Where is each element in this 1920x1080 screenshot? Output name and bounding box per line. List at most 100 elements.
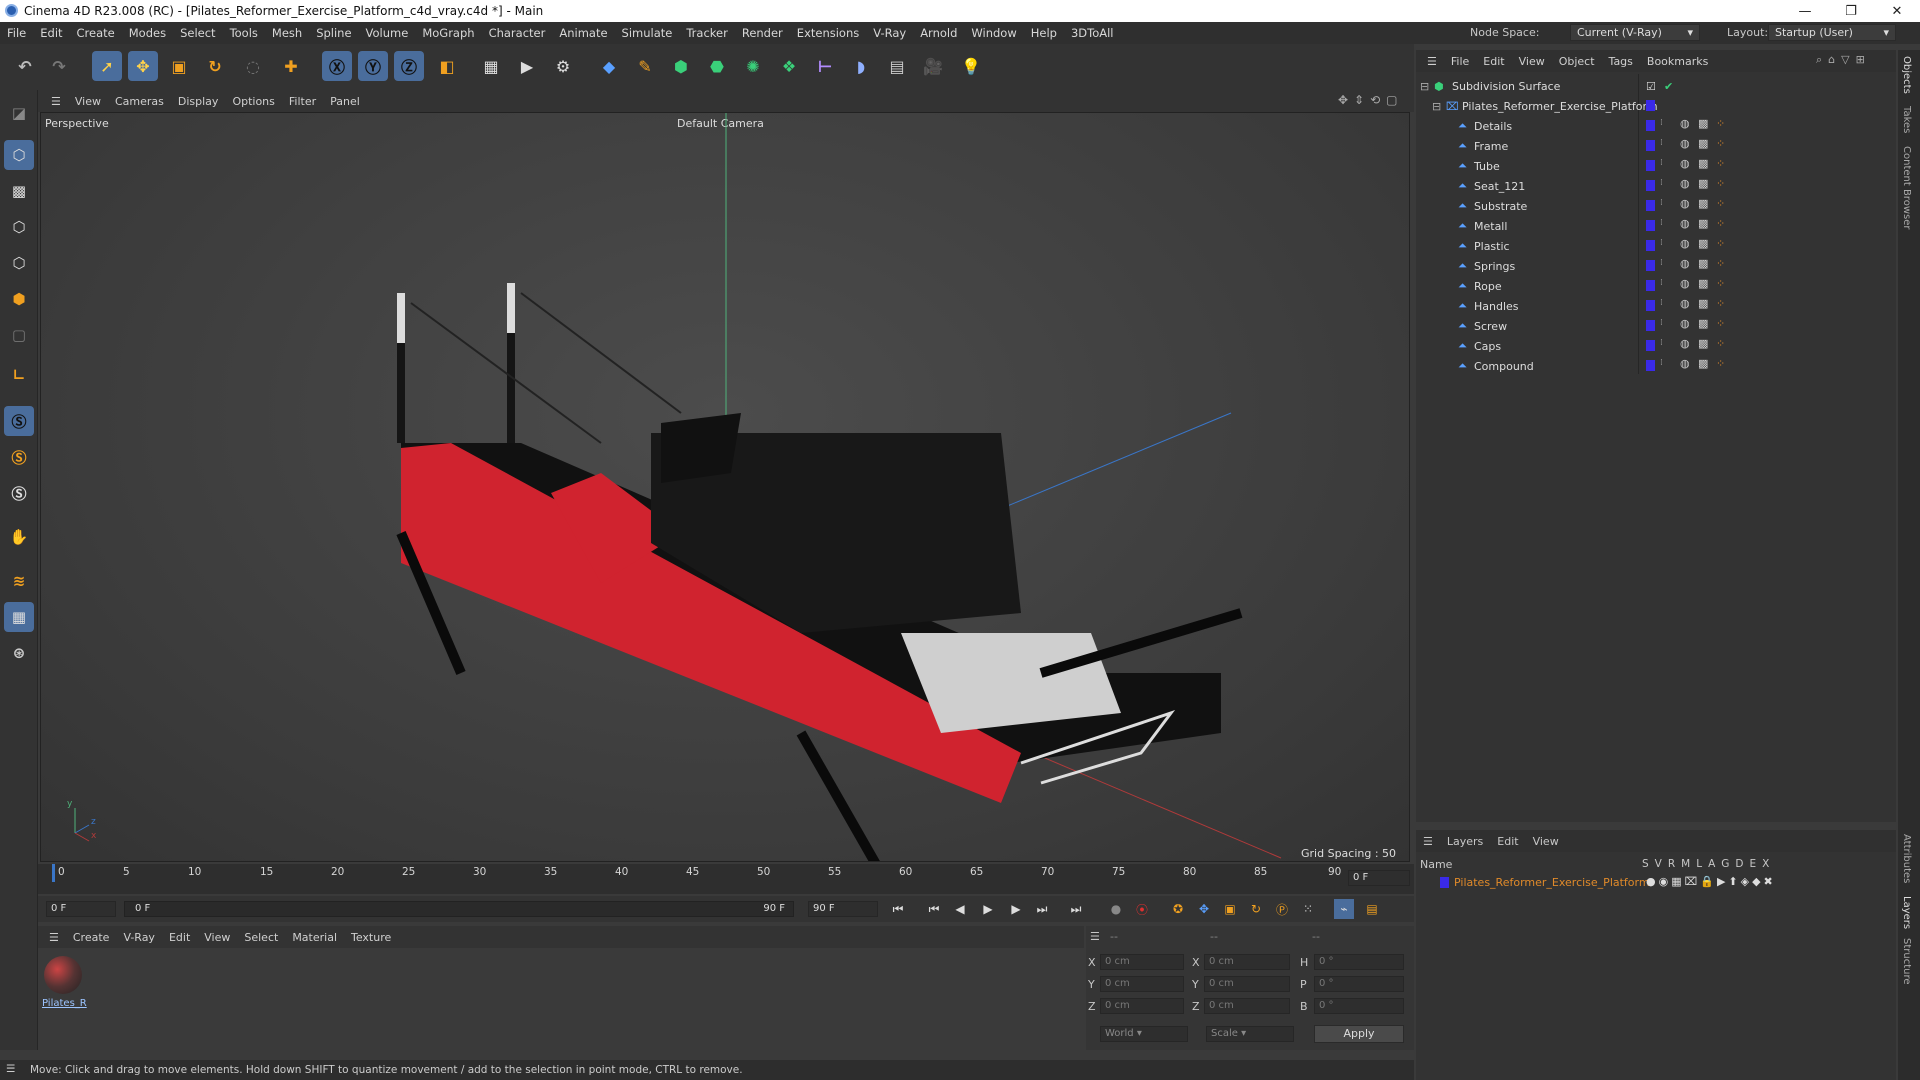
menu-simulate[interactable]: Simulate [615,26,680,40]
light-icon[interactable]: 💡 [956,51,986,81]
layer-color-swatch[interactable] [1646,100,1655,111]
material-menu-view[interactable]: View [197,931,237,944]
go-to-end-icon[interactable]: ⏭ [1066,899,1086,919]
key-selection-icon[interactable]: ✪ [1168,899,1188,919]
texture-tag-icon[interactable]: ▩ [1698,357,1708,370]
floor-icon[interactable]: ▤ [882,51,912,81]
vray-tag-icon[interactable]: ⁘ [1716,197,1725,210]
menu-tracker[interactable]: Tracker [679,26,735,40]
cube-icon[interactable]: ◆ [594,51,624,81]
material-name[interactable]: Pilates_R [42,998,87,1009]
layer-color-swatch[interactable] [1646,240,1655,251]
current-frame-field[interactable]: 0 F [46,901,116,917]
render-settings-icon[interactable]: ⚙ [548,51,578,81]
visibility-dots-icon[interactable]: ⁞ [1660,178,1663,188]
pen-spline-icon[interactable]: ✎ [630,51,660,81]
visibility-dots-icon[interactable]: ⁞ [1660,218,1663,228]
rotate-tool-icon[interactable]: ↻ [200,51,230,81]
key-pla-icon[interactable]: ⁙ [1298,899,1318,919]
points-mode-icon[interactable]: ⬡ [4,212,34,242]
material-tag-icon[interactable]: ◍ [1680,117,1690,130]
layer-color-swatch[interactable] [1646,300,1655,311]
move-tool-icon[interactable]: ✥ [128,51,158,81]
object-row[interactable]: ⏶ Caps ⁞ ◍ ▩ ⁘ [1418,336,1894,356]
material-menu-texture[interactable]: Texture [344,931,398,944]
layer-color-swatch[interactable] [1646,220,1655,231]
model-mode-icon[interactable]: ⬡ [4,140,34,170]
layers-menu-edit[interactable]: Edit [1490,835,1525,848]
material-tag-icon[interactable]: ◍ [1680,357,1690,370]
side-tab-structure[interactable]: Structure [1901,938,1912,985]
visibility-dots-icon[interactable]: ⁞ [1660,358,1663,368]
menu-volume[interactable]: Volume [359,26,416,40]
material-menu-edit[interactable]: Edit [162,931,197,944]
menu-edit[interactable]: Edit [33,26,69,40]
snap-settings-icon[interactable]: Ⓢ [4,442,34,472]
render-region-icon[interactable]: ▦ [476,51,506,81]
magnet-icon[interactable]: ✋ [4,522,34,552]
add-tool-icon[interactable]: ✚ [276,51,306,81]
object-name[interactable]: Seat_121 [1474,180,1525,193]
object-menu-tags[interactable]: Tags [1602,55,1640,68]
object-name[interactable]: Compound [1474,360,1534,373]
menu-extensions[interactable]: Extensions [790,26,866,40]
material-menu-vray[interactable]: V-Ray [116,931,162,944]
tree-collapse-icon[interactable]: ⊟ [1432,100,1441,113]
position-y-field[interactable]: 0 cm [1100,976,1184,992]
object-hamburger-icon[interactable]: ☰ [1420,55,1444,68]
visibility-dots-icon[interactable]: ⁞ [1660,338,1663,348]
menu-render[interactable]: Render [735,26,790,40]
menu-spline[interactable]: Spline [309,26,358,40]
visibility-dots-icon[interactable]: ⁞ [1660,238,1663,248]
object-name[interactable]: Metall [1474,220,1507,233]
uv-mode-icon[interactable]: ▢ [4,320,34,350]
texture-tag-icon[interactable]: ▩ [1698,257,1708,270]
object-name[interactable]: Subdivision Surface [1452,80,1560,93]
layer-color-swatch[interactable] [1646,340,1655,351]
layer-name[interactable]: Pilates_Reformer_Exercise_Platform [1454,876,1650,889]
scale-tool-icon[interactable]: ▣ [164,51,194,81]
material-tag-icon[interactable]: ◍ [1680,277,1690,290]
object-row-group[interactable]: ⊟ ⌧ Pilates_Reformer_Exercise_Platform [1418,96,1894,116]
vray-tag-icon[interactable]: ⁘ [1716,257,1725,270]
timeline-mode-icon[interactable]: ⌁ [1334,899,1354,919]
texture-tag-icon[interactable]: ▩ [1698,137,1708,150]
cloner-icon[interactable]: ✺ [738,51,768,81]
texture-tag-icon[interactable]: ▩ [1698,337,1708,350]
menu-modes[interactable]: Modes [122,26,173,40]
object-enabled-check-icon[interactable]: ☑ [1646,80,1656,93]
minimize-button[interactable]: — [1782,0,1828,22]
y-axis-lock-icon[interactable]: Ⓨ [358,51,388,81]
x-axis-lock-icon[interactable]: Ⓧ [322,51,352,81]
material-tag-icon[interactable]: ◍ [1680,297,1690,310]
vray-tag-icon[interactable]: ⁘ [1716,137,1725,150]
side-tab-attributes[interactable]: Attributes [1901,834,1912,883]
end-frame-field[interactable]: 0 F [1348,870,1410,886]
object-row[interactable]: ⏶ Frame ⁞ ◍ ▩ ⁘ [1418,136,1894,156]
texture-tag-icon[interactable]: ▩ [1698,157,1708,170]
material-menu-select[interactable]: Select [237,931,285,944]
menu-animate[interactable]: Animate [552,26,614,40]
object-menu-edit[interactable]: Edit [1476,55,1511,68]
playhead[interactable] [52,864,55,882]
vray-tag-icon[interactable]: ⁘ [1716,297,1725,310]
object-menu-view[interactable]: View [1512,55,1552,68]
vray-tag-icon[interactable]: ⁘ [1716,277,1725,290]
material-tag-icon[interactable]: ◍ [1680,137,1690,150]
extrude-icon[interactable]: ⬣ [702,51,732,81]
axis-mode-icon[interactable]: ⊛ [4,638,34,668]
side-tab-objects[interactable]: Objects [1901,56,1912,94]
object-row[interactable]: ⏶ Compound ⁞ ◍ ▩ ⁘ [1418,356,1894,376]
menu-arnold[interactable]: Arnold [913,26,964,40]
next-key-icon[interactable]: ⏭ [1032,899,1052,919]
material-tag-icon[interactable]: ◍ [1680,177,1690,190]
viewport-hamburger-icon[interactable]: ☰ [44,95,68,108]
key-rotation-icon[interactable]: ↻ [1246,899,1266,919]
visibility-dots-icon[interactable]: ⁞ [1660,258,1663,268]
3d-viewport[interactable]: Perspective Default Camera Grid Spacing … [40,112,1410,862]
object-name[interactable]: Handles [1474,300,1519,313]
visibility-dots-icon[interactable]: ⁞ [1660,198,1663,208]
checkmark-icon[interactable]: ✔ [1664,80,1673,93]
menu-character[interactable]: Character [482,26,553,40]
visibility-dots-icon[interactable]: ⁞ [1660,138,1663,148]
